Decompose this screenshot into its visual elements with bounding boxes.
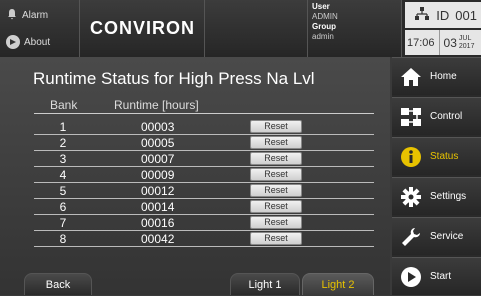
sidebar-item-service[interactable]: Service: [392, 217, 481, 255]
group-value: admin: [312, 32, 334, 41]
sidebar-item-label: Service: [430, 231, 464, 242]
sidebar-nav: Home Control Status Settings Service Sta…: [392, 57, 481, 295]
datetime-display: 17:06 03 JUL 2017: [405, 30, 481, 55]
top-bar: Alarm About CONVIRON User ADMIN Group ad…: [0, 0, 481, 57]
table-row: 4 00009 Reset: [34, 167, 374, 183]
sidebar-item-label: Home: [430, 71, 457, 82]
month-year: JUL 2017: [459, 35, 475, 51]
bank-number: 3: [59, 152, 67, 166]
table-row: 8 00042 Reset: [34, 231, 374, 247]
runtime-hours: 00014: [141, 200, 175, 214]
sidebar-item-settings[interactable]: Settings: [392, 177, 481, 215]
about-label: About: [24, 36, 51, 48]
tab-light-2[interactable]: Light 2: [302, 273, 374, 295]
id-label: ID: [436, 7, 450, 23]
network-icon: [414, 6, 430, 24]
runtime-hours: 00012: [141, 184, 175, 198]
alarm-button[interactable]: Alarm: [2, 3, 78, 27]
runtime-hours: 00016: [141, 216, 175, 230]
bank-number: 5: [59, 184, 67, 198]
bell-icon: [6, 8, 18, 23]
time-value: 17:06: [405, 30, 440, 55]
about-icon: [6, 35, 20, 49]
about-button[interactable]: About: [2, 30, 78, 54]
sidebar-item-label: Start: [430, 271, 452, 282]
user-label: User: [312, 2, 330, 11]
home-icon: [400, 66, 422, 88]
play-icon: [400, 266, 422, 288]
conviron-logo: CONVIRON: [90, 18, 196, 38]
runtime-hours: 00007: [141, 152, 175, 166]
reset-button[interactable]: Reset: [250, 200, 302, 213]
bank-number: 7: [59, 216, 67, 230]
sidebar-item-start[interactable]: Start: [392, 257, 481, 295]
id-display: ID 001: [405, 2, 481, 28]
table-row: 1 00003 Reset: [34, 119, 374, 135]
table-row: 5 00012 Reset: [34, 183, 374, 199]
bank-number: 6: [59, 200, 67, 214]
runtime-hours: 00042: [141, 232, 175, 246]
reset-button[interactable]: Reset: [250, 136, 302, 149]
id-value: 001: [455, 7, 477, 23]
year-value: 2017: [458, 42, 475, 50]
sidebar-item-label: Control: [430, 111, 463, 122]
bank-number: 1: [59, 120, 67, 134]
table-row: 7 00016 Reset: [34, 215, 374, 231]
user-info: User ADMIN Group admin: [312, 2, 392, 42]
tab-light-1[interactable]: Light 1: [230, 273, 300, 295]
blank-panel: [205, 0, 308, 57]
runtime-hours: 00009: [141, 168, 175, 182]
wrench-icon: [400, 226, 422, 248]
reset-button[interactable]: Reset: [250, 168, 302, 181]
user-value: ADMIN: [312, 12, 338, 21]
reset-button[interactable]: Reset: [250, 216, 302, 229]
runtime-hours: 00003: [141, 120, 175, 134]
reset-button[interactable]: Reset: [250, 152, 302, 165]
sidebar-item-status[interactable]: Status: [392, 137, 481, 175]
reset-button[interactable]: Reset: [250, 232, 302, 245]
table-row: 2 00005 Reset: [34, 135, 374, 151]
page-title: Runtime Status for High Press Na Lvl: [33, 69, 315, 88]
day-value: 03: [443, 35, 457, 50]
col-bank-header: Bank: [50, 98, 78, 112]
gear-icon: [400, 186, 422, 208]
sidebar-item-label: Settings: [430, 191, 467, 202]
sidebar-item-home[interactable]: Home: [392, 57, 481, 95]
month-value: JUL: [458, 34, 472, 42]
reset-button[interactable]: Reset: [250, 120, 302, 133]
reset-button[interactable]: Reset: [250, 184, 302, 197]
back-button[interactable]: Back: [24, 273, 92, 295]
table-header: Bank Runtime [hours]: [34, 98, 374, 114]
table-row: 3 00007 Reset: [34, 151, 374, 167]
runtime-hours: 00005: [141, 136, 175, 150]
table-row: 6 00014 Reset: [34, 199, 374, 215]
col-runtime-header: Runtime [hours]: [114, 98, 199, 112]
bank-number: 2: [59, 136, 67, 150]
sidebar-item-label: Status: [430, 151, 459, 162]
info-icon: [400, 146, 422, 168]
group-label: Group: [312, 22, 336, 31]
sidebar-item-control[interactable]: Control: [392, 97, 481, 135]
main-panel: Runtime Status for High Press Na Lvl Ban…: [0, 57, 390, 295]
bank-number: 4: [59, 168, 67, 182]
control-icon: [400, 106, 422, 128]
bank-number: 8: [59, 232, 67, 246]
alarm-label: Alarm: [22, 9, 49, 21]
